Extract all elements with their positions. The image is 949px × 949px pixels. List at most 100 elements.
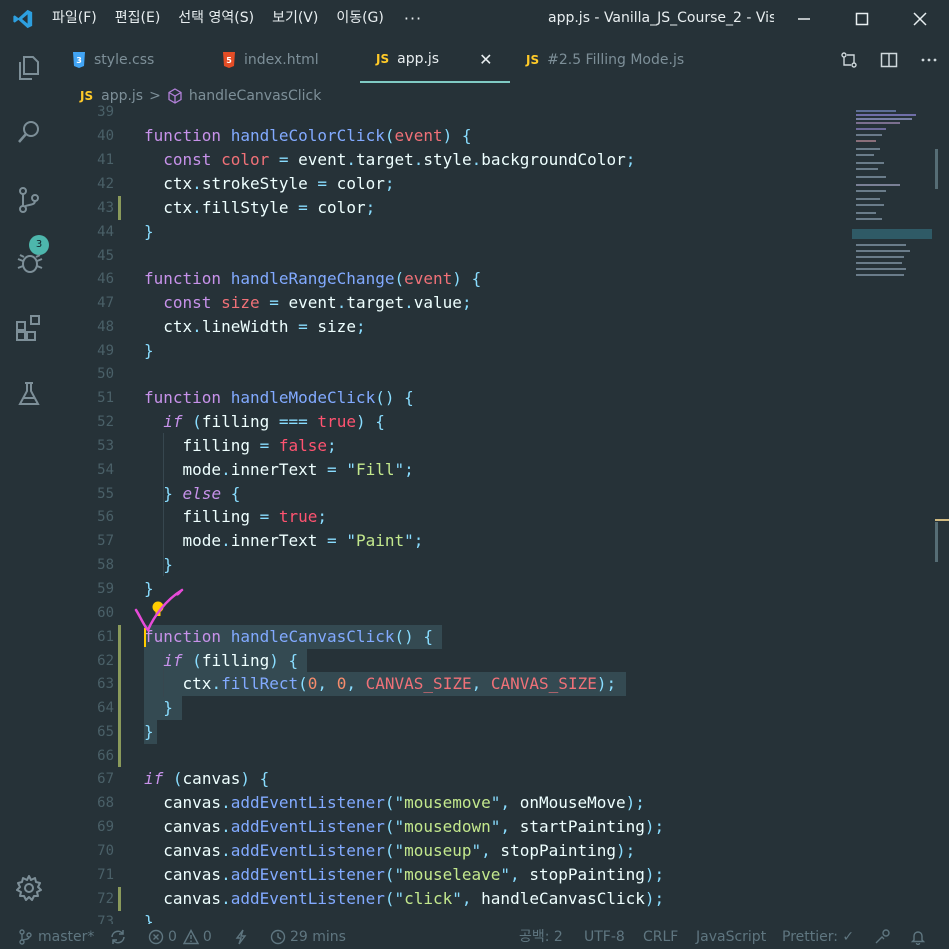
line-number: 68 bbox=[97, 795, 114, 811]
close-window-button[interactable] bbox=[891, 0, 949, 37]
minimap-line bbox=[856, 198, 880, 200]
line-number: 41 bbox=[97, 152, 114, 168]
minimap-line bbox=[856, 190, 886, 192]
line-number: 53 bbox=[97, 438, 114, 454]
close-tab-icon[interactable]: ✕ bbox=[479, 50, 492, 69]
line-number: 63 bbox=[97, 676, 114, 692]
line-number: 66 bbox=[97, 748, 114, 764]
language-status[interactable]: JavaScript bbox=[696, 925, 766, 949]
menu-go[interactable]: 이동(G) bbox=[336, 0, 396, 37]
line-number: 39 bbox=[97, 104, 114, 120]
line-number: 52 bbox=[97, 414, 114, 430]
time-tracker[interactable]: 29 mins bbox=[270, 925, 346, 949]
code-line: function handleCanvasClick() { bbox=[144, 627, 434, 646]
split-editor-icon[interactable] bbox=[869, 37, 909, 83]
minimap-line bbox=[856, 274, 904, 276]
code-line: function handleColorClick(event) { bbox=[144, 126, 472, 145]
title-bar: 파일(F) 편집(E) 선택 영역(S) 보기(V) 이동(G) ··· app… bbox=[0, 0, 949, 37]
code-line: ctx.fillRect(0, 0, CANVAS_SIZE, CANVAS_S… bbox=[144, 674, 617, 693]
indentation-status[interactable]: 공백: 2 bbox=[519, 925, 563, 949]
prettier-status[interactable]: Prettier: ✓ bbox=[782, 925, 854, 949]
minimap-line bbox=[856, 154, 874, 156]
svg-text:3: 3 bbox=[76, 56, 82, 65]
maximize-button[interactable] bbox=[833, 0, 891, 37]
tab-label: app.js bbox=[397, 51, 440, 67]
js-icon: JS bbox=[80, 89, 94, 103]
code-line: function handleRangeChange(event) { bbox=[144, 269, 482, 288]
code-line: mode.innerText = "Fill"; bbox=[144, 460, 414, 479]
testing-flask-icon[interactable] bbox=[0, 365, 58, 423]
extensions-icon[interactable] bbox=[0, 299, 58, 357]
problems-status[interactable]: 0 0 bbox=[148, 925, 212, 949]
open-changes-icon[interactable] bbox=[829, 37, 869, 83]
search-icon[interactable] bbox=[0, 103, 58, 161]
status-bar: master* 0 0 29 mins 공백: 2 UTF-8 CRLF Jav… bbox=[0, 925, 949, 949]
menu-bar: 파일(F) 편집(E) 선택 영역(S) 보기(V) 이동(G) ··· bbox=[46, 0, 422, 37]
menu-file[interactable]: 파일(F) bbox=[52, 0, 109, 37]
line-number: 70 bbox=[97, 843, 114, 859]
eol-status[interactable]: CRLF bbox=[643, 925, 678, 949]
tab-app-js[interactable]: JS app.js ✕ bbox=[360, 37, 510, 83]
minimap-viewport bbox=[852, 229, 932, 239]
vertical-scrollbar[interactable] bbox=[933, 104, 949, 924]
minimap-line bbox=[856, 218, 882, 220]
feedback-icon[interactable] bbox=[874, 925, 892, 949]
activity-bar: 3 bbox=[0, 37, 58, 925]
breadcrumb-symbol[interactable]: handleCanvasClick bbox=[189, 88, 321, 104]
tab-style-css[interactable]: 3 style.css bbox=[72, 37, 222, 83]
debug-icon[interactable] bbox=[0, 233, 58, 291]
line-number: 47 bbox=[97, 295, 114, 311]
line-number: 69 bbox=[97, 819, 114, 835]
symbol-method-icon bbox=[167, 88, 183, 104]
tab-index-html[interactable]: 5 index.html bbox=[222, 37, 360, 83]
tab-label: #2.5 Filling Mode.js bbox=[547, 52, 685, 68]
code-line: canvas.addEventListener("click", handleC… bbox=[144, 889, 665, 908]
tab-label: style.css bbox=[94, 52, 155, 68]
code-line: canvas.addEventListener("mousedown", sta… bbox=[144, 817, 665, 836]
code-line: filling = false; bbox=[144, 436, 337, 455]
code-line: function handleModeClick() { bbox=[144, 388, 414, 407]
notifications-bell-icon[interactable] bbox=[910, 925, 926, 949]
minimap-line bbox=[856, 212, 876, 214]
minimap-line bbox=[856, 122, 900, 124]
code-line: mode.innerText = "Paint"; bbox=[144, 531, 424, 550]
lightning-icon[interactable] bbox=[234, 925, 248, 949]
code-line: if (canvas) { bbox=[144, 769, 270, 788]
line-number: 60 bbox=[97, 605, 114, 621]
minimize-button[interactable] bbox=[775, 0, 833, 37]
minimap-line bbox=[856, 114, 916, 116]
editor-actions bbox=[829, 37, 949, 83]
scrollbar-cursor-marker bbox=[935, 519, 949, 521]
menu-more-icon[interactable]: ··· bbox=[404, 9, 422, 28]
tab-filling-mode-js[interactable]: JS #2.5 Filling Mode.js bbox=[526, 37, 736, 83]
code-editor[interactable]: 39 40 function handleColorClick(event) { … bbox=[58, 104, 949, 924]
branch-name: master* bbox=[38, 929, 95, 945]
source-control-icon[interactable] bbox=[0, 171, 58, 229]
line-number: 67 bbox=[97, 771, 114, 787]
more-actions-icon[interactable] bbox=[909, 37, 949, 83]
line-number: 73 bbox=[97, 914, 114, 924]
minimap[interactable] bbox=[852, 104, 932, 284]
explorer-icon[interactable] bbox=[0, 39, 58, 97]
minimap-line bbox=[856, 244, 906, 246]
sync-icon[interactable] bbox=[110, 925, 126, 949]
breadcrumb-file[interactable]: app.js bbox=[101, 88, 143, 104]
encoding-status[interactable]: UTF-8 bbox=[584, 925, 625, 949]
menu-view[interactable]: 보기(V) bbox=[272, 0, 330, 37]
menu-selection[interactable]: 선택 영역(S) bbox=[178, 0, 266, 37]
code-line: } else { bbox=[163, 484, 241, 503]
minimap-line bbox=[856, 128, 886, 130]
minimap-line bbox=[856, 168, 878, 170]
settings-gear-icon[interactable] bbox=[0, 859, 58, 917]
minimap-line bbox=[856, 162, 884, 164]
line-number: 50 bbox=[97, 366, 114, 382]
line-number: 55 bbox=[97, 486, 114, 502]
line-number: 59 bbox=[97, 581, 114, 597]
menu-edit[interactable]: 편집(E) bbox=[115, 0, 173, 37]
minimap-line bbox=[856, 110, 896, 112]
js-icon: JS bbox=[376, 52, 390, 66]
line-number: 48 bbox=[97, 319, 114, 335]
branch-status[interactable]: master* bbox=[18, 925, 94, 949]
code-line: canvas.addEventListener("mousemove", onM… bbox=[144, 793, 645, 812]
line-number: 51 bbox=[97, 390, 114, 406]
